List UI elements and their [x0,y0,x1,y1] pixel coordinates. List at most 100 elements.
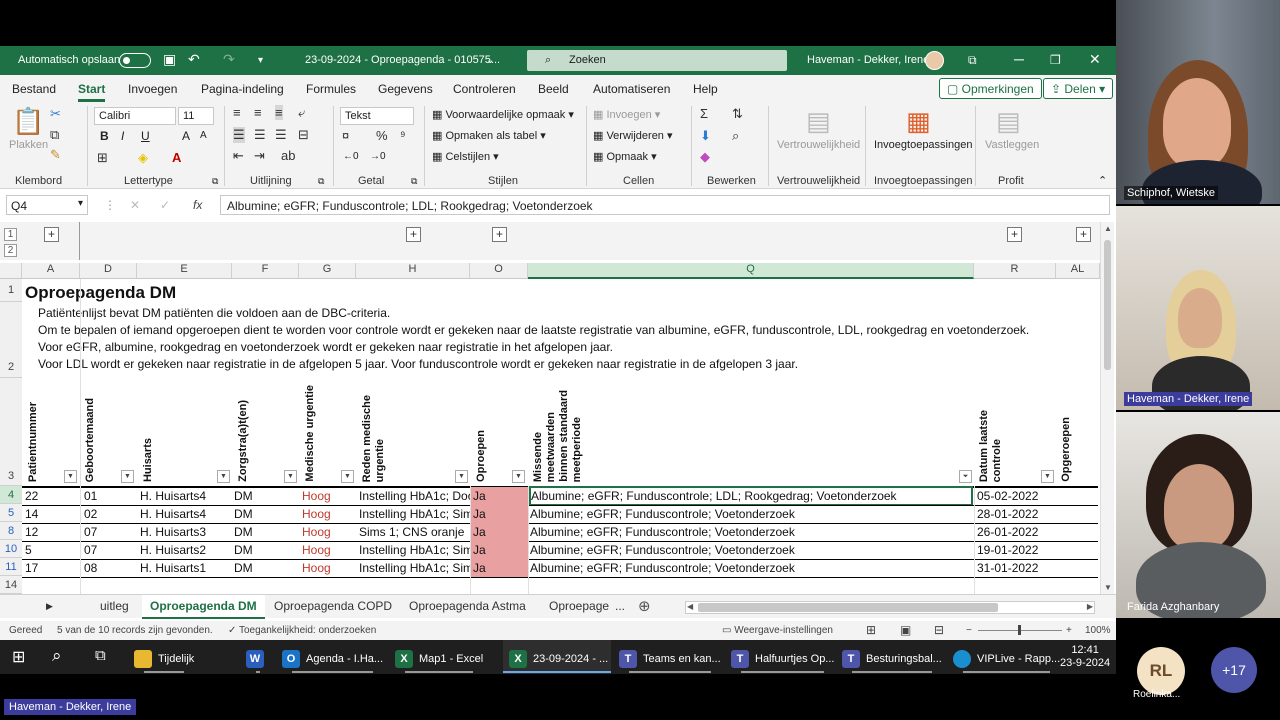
cell-datum[interactable]: 05-02-2022 [977,487,1055,505]
filter-dropdown-icon[interactable]: ▼ [121,470,134,483]
pin-icon[interactable]: ▤ [996,106,1021,137]
row-header[interactable]: 1 [0,279,22,302]
taskbar-item-halfuurtjes[interactable]: T Halfuurtjes Op... [731,640,834,674]
taskbar-item-besturingsbalk[interactable]: T Besturingsbal... [842,640,942,674]
start-icon[interactable]: ⊞ [12,640,25,674]
number-format-select[interactable]: Tekst [340,107,414,125]
tab-start[interactable]: Start [78,82,106,102]
borders-icon[interactable]: ⊞ [97,150,108,166]
tab-automatiseren[interactable]: Automatiseren [593,82,670,96]
cell-geboortemaand[interactable]: 08 [84,559,134,577]
tab-formules[interactable]: Formules [306,82,356,96]
cell-oproepen[interactable]: Ja [470,541,528,559]
add-sheet-icon[interactable]: ⊕ [638,597,651,615]
cell-zorgstraat[interactable]: DM [234,505,294,523]
filter-dropdown-icon[interactable]: ▼ [512,470,525,483]
format-cells-button[interactable]: ▦ Opmaak ▾ [593,150,657,163]
cell-reden[interactable]: Instelling HbA1c; Sim [359,541,470,559]
cell-missende-meetwaarden[interactable]: Albumine; eGFR; Funduscontrole; Voetonde… [530,505,972,523]
cell-urgentie[interactable]: Hoog [302,541,352,559]
thousands-icon[interactable]: ⁹ [400,128,406,143]
accessibility-button[interactable]: ✓ Toegankelijkheid: onderzoeken [228,625,376,636]
delete-cells-button[interactable]: ▦ Verwijderen ▾ [593,129,673,142]
share-button[interactable]: ⇪ Delen ▾ [1043,78,1114,99]
cell-missende-meetwaarden[interactable]: Albumine; eGFR; Funduscontrole; Voetonde… [530,523,972,541]
cut-icon[interactable]: ✂ [50,106,61,122]
system-clock[interactable]: 12:41 23-9-2024 [1060,644,1110,670]
expand-group-icon[interactable]: + [1076,227,1091,242]
align-top-icon[interactable]: ≡ [233,105,241,120]
cell-patientnummer[interactable]: 5 [25,541,80,559]
autosave-toggle[interactable] [119,53,151,68]
sheet-tab-oproepagenda-dm[interactable]: Oproepagenda DM [142,595,265,619]
comments-button[interactable]: ▢ Opmerkingen [939,78,1042,99]
more-sheets[interactable]: ... [615,599,625,613]
filter-active-icon[interactable]: ⏷ [959,470,972,483]
cell-urgentie[interactable]: Hoog [302,487,352,505]
cell-urgentie[interactable]: Hoog [302,505,352,523]
currency-icon[interactable]: ¤ [342,128,349,143]
document-title[interactable]: 23-09-2024 - Oproepagenda - 010575... [305,54,500,66]
taskbar-item-tijdelijk[interactable]: Tijdelijk [134,640,194,674]
table-row[interactable]: 17 08 H. Huisarts1 DM Hoog Instelling Hb… [0,559,1100,577]
sheet-tab-oproepagenda-copd[interactable]: Oproepagenda COPD [274,599,392,613]
scroll-left-icon[interactable]: ◀ [687,602,693,611]
select-all[interactable] [0,263,22,279]
scroll-right-icon[interactable]: ▶ [1087,602,1093,611]
tab-controleren[interactable]: Controleren [453,82,516,96]
column-header-g[interactable]: G [299,263,356,279]
normal-view-icon[interactable]: ⊞ [866,623,876,637]
cell-patientnummer[interactable]: 17 [25,559,80,577]
paste-label[interactable]: Plakken [9,139,48,151]
copy-icon[interactable]: ⧉ [50,127,59,143]
addins-icon[interactable]: ▦ [906,106,931,137]
task-view-icon[interactable]: ⧉ [95,640,106,674]
tab-help[interactable]: Help [693,82,718,96]
expand-group-icon[interactable]: + [406,227,421,242]
format-as-table-button[interactable]: ▦ Opmaken als tabel ▾ [432,129,546,142]
account-avatar[interactable] [925,51,944,70]
sheet-tab-uitleg[interactable]: uitleg [100,599,129,613]
font-color-icon[interactable]: A [172,150,181,165]
quick-access-chevron-icon[interactable]: ▾ [258,55,263,66]
taskbar-item-map1-excel[interactable]: X Map1 - Excel [395,640,483,674]
tab-pagina-indeling[interactable]: Pagina-indeling [201,82,284,96]
orientation-icon[interactable]: ab [281,148,295,163]
align-right-icon[interactable]: ☰ [275,127,287,143]
conditional-format-button[interactable]: ▦ Voorwaardelijke opmaak ▾ [432,108,574,121]
taskbar-item-teams[interactable]: T Teams en kan... [619,640,721,674]
increase-decimal-icon[interactable]: ←0 [343,151,359,162]
cell-oproepen[interactable]: Ja [470,505,528,523]
ribbon-display-icon[interactable]: ⧉ [968,53,977,68]
filter-dropdown-icon[interactable]: ▼ [341,470,354,483]
page-layout-icon[interactable]: ▣ [900,623,911,637]
cell-huisarts[interactable]: H. Huisarts1 [140,559,230,577]
expand-group-icon[interactable]: + [44,227,59,242]
cell-huisarts[interactable]: H. Huisarts4 [140,505,230,523]
taskbar-item-outlook[interactable]: O Agenda - I.Ha... [282,640,383,674]
save-icon[interactable]: ▣ [163,51,176,68]
cell-patientnummer[interactable]: 14 [25,505,80,523]
sensitivity-label[interactable]: Vertrouwelijkheid [777,139,860,151]
zoom-slider-handle[interactable] [1018,625,1021,635]
cell-missende-meetwaarden[interactable]: Albumine; eGFR; Funduscontrole; Voetonde… [530,541,972,559]
autosum-icon[interactable]: Σ [700,106,708,121]
fill-color-icon[interactable]: ◈ [138,150,148,166]
zoom-in-icon[interactable]: + [1066,625,1072,636]
name-box[interactable]: Q4 ▾ [6,195,88,215]
undo-icon[interactable]: ↶ [188,51,200,68]
filter-dropdown-icon[interactable]: ▼ [284,470,297,483]
name-box-chevron-icon[interactable]: ▾ [78,198,83,209]
collapse-ribbon-icon[interactable]: ⌃ [1098,174,1107,187]
sheet-tab-oproepage[interactable]: Oproepage [549,599,609,613]
addins-label[interactable]: Invoegtoepassingen [874,139,972,151]
table-row[interactable]: 14 02 H. Huisarts4 DM Hoog Instelling Hb… [0,505,1100,523]
column-header-a[interactable]: A [22,263,80,279]
search-icon[interactable]: ⌕ [52,640,62,674]
sensitivity-icon[interactable]: ▤ [806,106,831,137]
tab-bestand[interactable]: Bestand [12,82,56,96]
vertical-scrollbar[interactable]: ▲ ▼ [1100,222,1114,594]
clear-icon[interactable]: ◆ [700,149,710,165]
cell-geboortemaand[interactable]: 07 [84,523,134,541]
cell-oproepen[interactable]: Ja [470,559,528,577]
